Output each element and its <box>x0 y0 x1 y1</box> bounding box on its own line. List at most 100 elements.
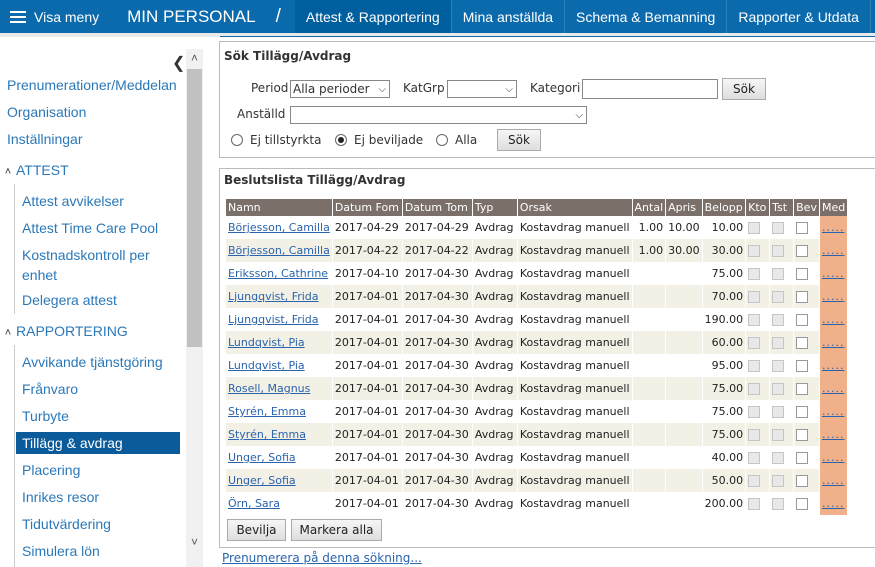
bev-checkbox[interactable] <box>796 222 809 234</box>
anstalld-select[interactable]: ⌵ <box>290 106 587 124</box>
med-details-link[interactable]: ..... <box>822 221 844 234</box>
employee-link[interactable]: Ljungqvist, Frida <box>228 313 319 326</box>
sidebar-link-organisation[interactable]: Organisation <box>7 104 86 120</box>
med-details-link[interactable]: ..... <box>822 267 844 280</box>
chevron-down-icon[interactable]: ˅ <box>186 535 203 551</box>
bev-checkbox[interactable] <box>796 429 809 441</box>
col-kto[interactable]: Kto <box>746 199 770 216</box>
med-details-link[interactable]: ..... <box>822 336 844 349</box>
scrollbar-thumb[interactable] <box>187 69 202 347</box>
period-select[interactable]: Alla perioder ⌵ <box>290 80 390 98</box>
tab-schema-bemanning[interactable]: Schema & Bemanning <box>564 0 726 33</box>
col-antal[interactable]: Antal <box>632 199 666 216</box>
sidebar-section-attest[interactable]: ˄ ATTEST <box>0 162 69 178</box>
col-namn[interactable]: Namn <box>226 199 332 216</box>
employee-link[interactable]: Lundqvist, Pia <box>228 336 305 349</box>
tst-checkbox <box>772 245 785 257</box>
bev-checkbox[interactable] <box>796 475 809 487</box>
kategori-input[interactable] <box>582 79 718 99</box>
cell-namn: Börjesson, Camilla <box>226 216 332 239</box>
col-datum-tom[interactable]: Datum Tom <box>402 199 472 216</box>
cell-orsak: Kostavdrag manuell <box>517 469 632 492</box>
med-details-link[interactable]: ..... <box>822 313 844 326</box>
employee-link[interactable]: Börjesson, Camilla <box>228 221 330 234</box>
sidebar-item-delegera-attest[interactable]: Delegera attest <box>22 292 117 308</box>
cell-typ: Avdrag <box>472 492 517 515</box>
col-orsak[interactable]: Orsak <box>517 199 632 216</box>
med-details-link[interactable]: ..... <box>822 382 844 395</box>
med-details-link[interactable]: ..... <box>822 474 844 487</box>
employee-link[interactable]: Ljungqvist, Frida <box>228 290 319 303</box>
katgrp-select[interactable]: ⌵ <box>447 80 517 98</box>
col-apris[interactable]: Apris <box>666 199 702 216</box>
med-details-link[interactable]: ..... <box>822 451 844 464</box>
med-details-link[interactable]: ..... <box>822 244 844 257</box>
employee-link[interactable]: Örn, Sara <box>228 497 280 510</box>
radio-alla[interactable] <box>436 134 448 146</box>
employee-link[interactable]: Styrén, Emma <box>228 405 306 418</box>
med-details-link[interactable]: ..... <box>822 359 844 372</box>
tab-rapporter-utdata[interactable]: Rapporter & Utdata <box>726 0 870 33</box>
bev-checkbox[interactable] <box>796 314 809 326</box>
col-belopp[interactable]: Belopp <box>702 199 746 216</box>
sidebar-item-franvaro[interactable]: Frånvaro <box>22 381 78 397</box>
mark-all-button[interactable]: Markera alla <box>291 519 382 541</box>
tab-mina-anstallda[interactable]: Mina anställda <box>450 0 564 33</box>
cell-med: ..... <box>819 308 848 331</box>
bev-checkbox[interactable] <box>796 268 809 280</box>
sidebar-item-avvikande-tjanstgoring[interactable]: Avvikande tjänstgöring <box>22 354 163 370</box>
bev-checkbox[interactable] <box>796 452 809 464</box>
sidebar-item-simulera-lon[interactable]: Simulera lön <box>22 543 100 559</box>
chevron-left-icon[interactable]: ❮ <box>172 53 185 73</box>
bev-checkbox[interactable] <box>796 406 809 418</box>
bev-checkbox[interactable] <box>796 245 809 257</box>
employee-link[interactable]: Styrén, Emma <box>228 428 306 441</box>
employee-link[interactable]: Unger, Sofia <box>228 451 296 464</box>
search-button-2[interactable]: Sök <box>497 129 541 151</box>
cell-datum-tom: 2017-04-30 <box>402 262 472 285</box>
sidebar-section-rapportering[interactable]: ˄ RAPPORTERING <box>0 323 128 339</box>
sidebar-item-tillagg-avdrag[interactable]: Tillägg & avdrag <box>16 432 180 454</box>
employee-link[interactable]: Unger, Sofia <box>228 474 296 487</box>
bev-checkbox[interactable] <box>796 360 809 372</box>
radio-ej-beviljade-label: Ej beviljade <box>354 133 424 147</box>
subscribe-search-link[interactable]: Prenumerera på denna sökning... <box>222 551 422 565</box>
med-details-link[interactable]: ..... <box>822 497 844 510</box>
med-details-link[interactable]: ..... <box>822 290 844 303</box>
med-details-link[interactable]: ..... <box>822 405 844 418</box>
tab-more[interactable]: Fö <box>869 0 875 33</box>
radio-ej-tillstyrkta[interactable] <box>231 134 243 146</box>
sidebar-item-turbyte[interactable]: Turbyte <box>22 408 69 424</box>
cell-typ: Avdrag <box>472 446 517 469</box>
search-button-1[interactable]: Sök <box>722 78 766 100</box>
sidebar-link-prenumerationer[interactable]: Prenumerationer/Meddelan <box>7 77 185 93</box>
col-bev[interactable]: Bev <box>794 199 819 216</box>
sidebar-link-installningar[interactable]: Inställningar <box>7 131 83 147</box>
employee-link[interactable]: Eriksson, Cathrine <box>228 267 328 280</box>
med-details-link[interactable]: ..... <box>822 428 844 441</box>
sidebar-item-kostnadskontroll[interactable]: Kostnadskontroll per enhet <box>22 245 172 285</box>
sidebar-item-attest-time-care-pool[interactable]: Attest Time Care Pool <box>22 220 158 236</box>
col-tst[interactable]: Tst <box>770 199 794 216</box>
sidebar-item-inrikes-resor[interactable]: Inrikes resor <box>22 489 99 505</box>
employee-link[interactable]: Rosell, Magnus <box>228 382 310 395</box>
sidebar-item-placering[interactable]: Placering <box>22 462 80 478</box>
search-panel-title: Sök Tillägg/Avdrag <box>224 49 352 63</box>
col-med[interactable]: Med <box>819 199 848 216</box>
radio-ej-beviljade[interactable] <box>335 134 347 146</box>
sidebar-item-tidutvardering[interactable]: Tidutvärdering <box>22 516 111 532</box>
bev-checkbox[interactable] <box>796 383 809 395</box>
chevron-up-icon[interactable]: ˄ <box>186 51 203 67</box>
employee-link[interactable]: Lundqvist, Pia <box>228 359 305 372</box>
bev-checkbox[interactable] <box>796 337 809 349</box>
approve-button[interactable]: Bevilja <box>227 519 286 541</box>
bev-checkbox[interactable] <box>796 291 809 303</box>
bev-checkbox[interactable] <box>796 498 809 510</box>
col-datum-fom[interactable]: Datum Fom <box>332 199 402 216</box>
show-menu-button[interactable]: Visa meny <box>0 0 109 33</box>
employee-link[interactable]: Börjesson, Camilla <box>228 244 330 257</box>
tab-attest-rapportering[interactable]: Attest & Rapportering <box>294 0 451 33</box>
table-row: Styrén, Emma 2017-04-01 2017-04-30 Avdrag Ko… <box>226 423 848 446</box>
col-typ[interactable]: Typ <box>472 199 517 216</box>
sidebar-item-attest-avvikelser[interactable]: Attest avvikelser <box>22 193 124 209</box>
